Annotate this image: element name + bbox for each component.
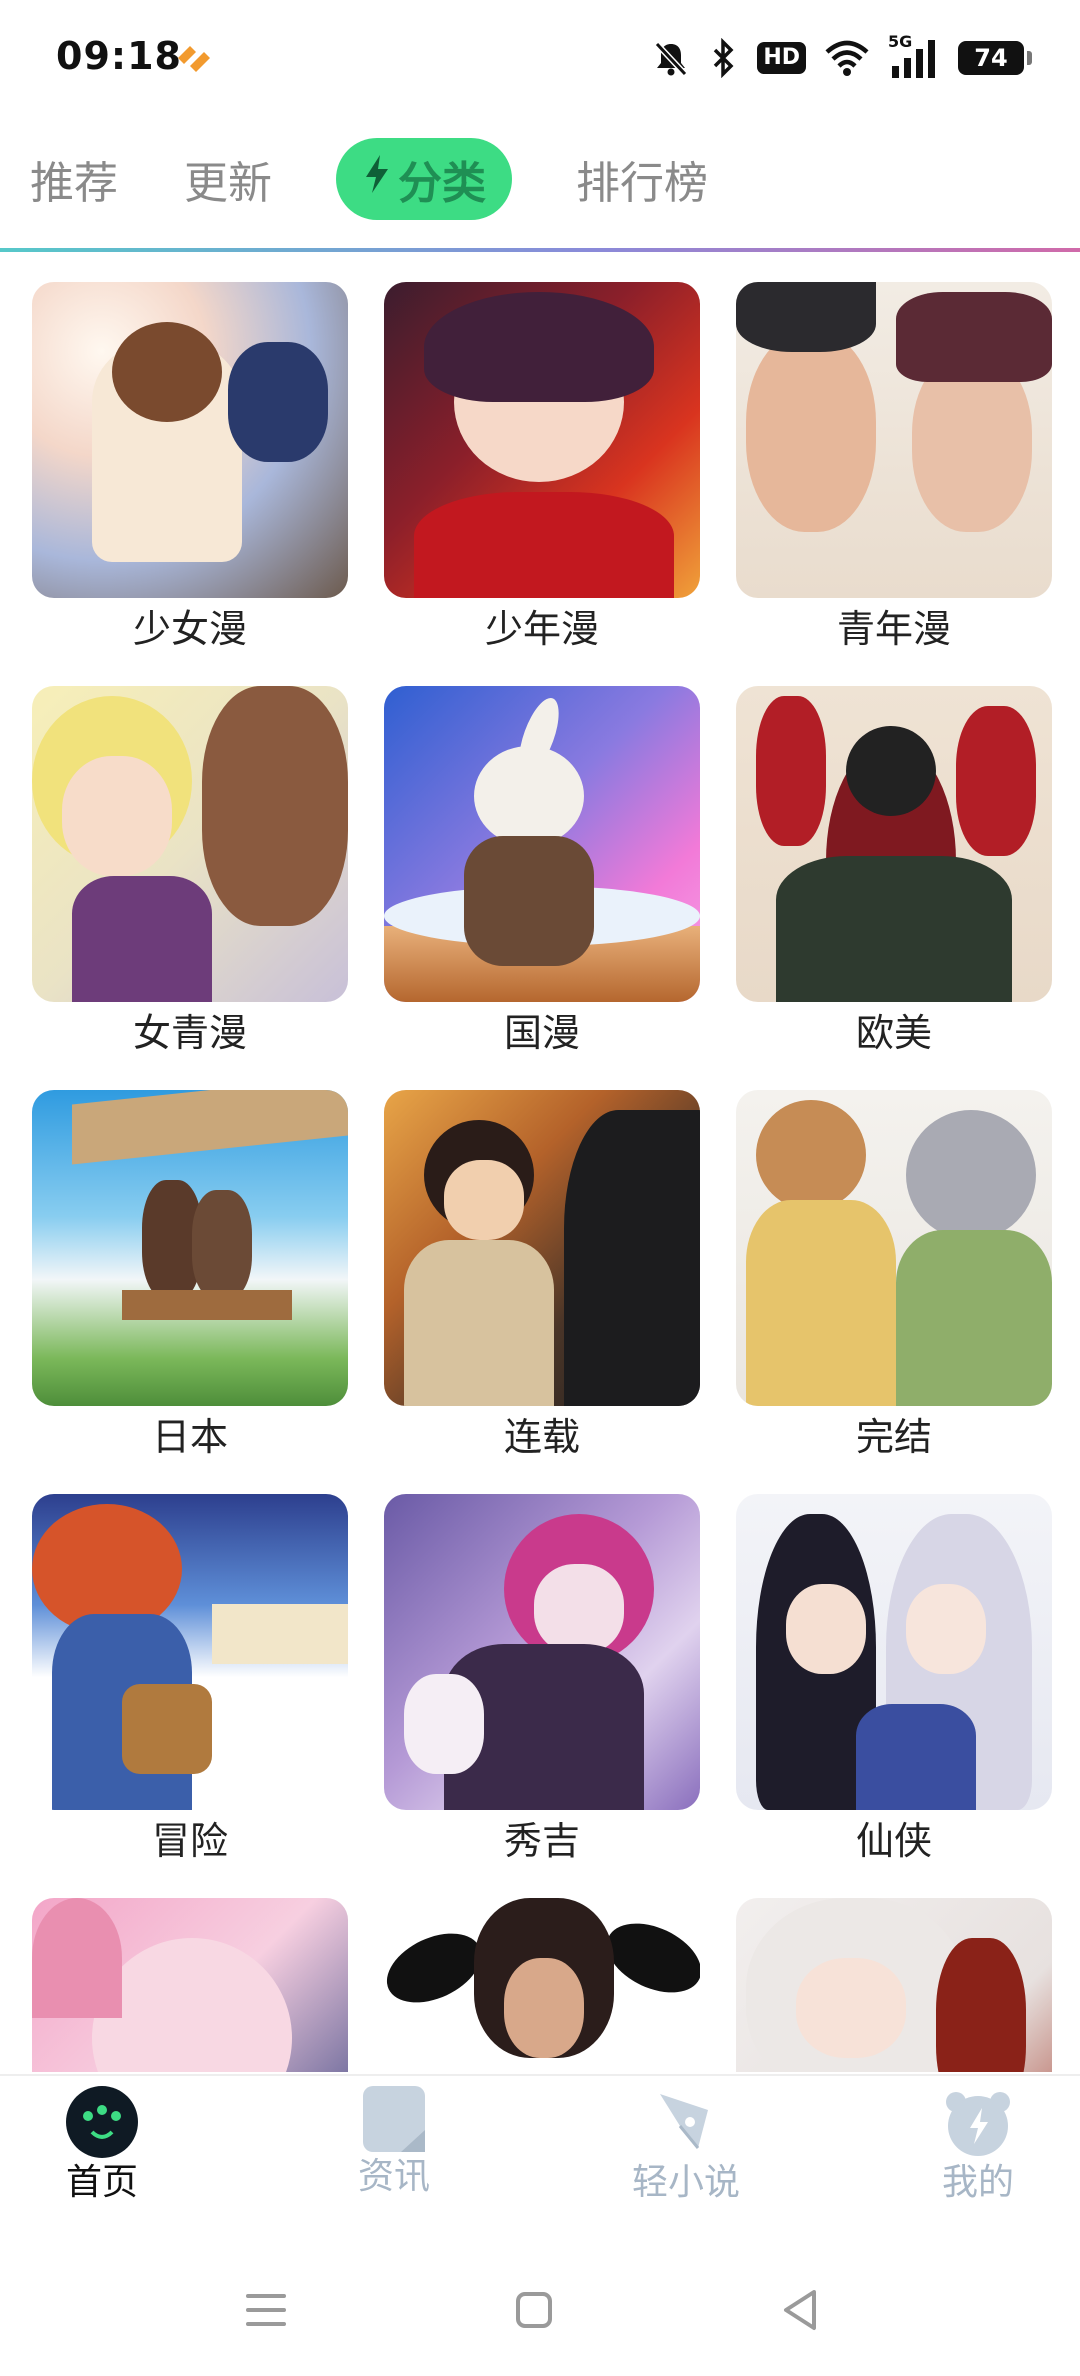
category-card-guoman[interactable]: 国漫 (384, 686, 700, 1058)
category-card-shounen[interactable]: 少年漫 (384, 282, 700, 654)
app-notification-icon (174, 40, 214, 74)
category-thumbnail (32, 1090, 348, 1406)
tab-recommend[interactable]: 推荐 (30, 154, 118, 214)
pen-nib-icon (650, 2086, 722, 2158)
category-label: 欧美 (855, 1011, 932, 1055)
status-icons: HD 5G 74 (651, 32, 1032, 82)
nav-novel[interactable]: 轻小说 (586, 2086, 786, 2206)
mute-bell-icon (651, 38, 691, 78)
battery-icon: 74 (958, 41, 1032, 75)
category-thumbnail (384, 686, 700, 1002)
category-thumbnail (384, 282, 700, 598)
category-label: 女青漫 (132, 1011, 247, 1055)
signal-5g-icon: 5G (888, 32, 940, 80)
nav-mine[interactable]: 我的 (878, 2086, 1078, 2206)
back-triangle-icon[interactable] (770, 2280, 830, 2340)
nav-mine-label: 我的 (941, 2162, 1014, 2203)
category-thumbnail (32, 1898, 348, 2072)
tabs-underline (0, 248, 1080, 252)
hd-icon: HD (757, 42, 806, 74)
category-label: 少年漫 (484, 607, 599, 651)
category-card-western[interactable]: 欧美 (736, 686, 1052, 1058)
system-nav-bar (0, 2236, 1080, 2376)
category-label: 连载 (503, 1415, 580, 1459)
nav-news-label: 资讯 (357, 2156, 430, 2197)
tab-category-label: 分类 (398, 158, 486, 209)
category-card-xianxia[interactable]: 仙侠 (736, 1494, 1052, 1866)
category-card-adventure[interactable]: 冒险 (32, 1494, 348, 1866)
nav-novel-label: 轻小说 (631, 2162, 740, 2203)
lightning-icon (362, 153, 392, 206)
category-label: 少女漫 (132, 607, 247, 651)
category-thumbnail (736, 1494, 1052, 1810)
category-card-shoujo[interactable]: 少女漫 (32, 282, 348, 654)
tab-ranking[interactable]: 排行榜 (576, 154, 708, 214)
category-thumbnail (384, 1898, 700, 2072)
category-thumbnail (736, 686, 1052, 1002)
tab-update[interactable]: 更新 (184, 154, 272, 214)
status-time: 09:18 (56, 34, 182, 78)
status-bar: 09:18 HD 5G 74 (0, 0, 1080, 118)
category-label: 冒险 (151, 1819, 228, 1863)
bluetooth-icon (709, 38, 739, 78)
category-thumbnail (32, 686, 348, 1002)
home-square-icon[interactable] (504, 2280, 564, 2340)
category-label: 秀吉 (503, 1819, 580, 1863)
nav-news[interactable]: 资讯 (294, 2086, 494, 2200)
nav-home-label: 首页 (65, 2162, 138, 2203)
category-card-partial[interactable] (384, 1898, 700, 2072)
category-card-seinen[interactable]: 青年漫 (736, 282, 1052, 654)
news-icon (363, 2086, 425, 2152)
category-card-partial[interactable] (32, 1898, 348, 2072)
category-card-hideyoshi[interactable]: 秀吉 (384, 1494, 700, 1866)
nav-home[interactable]: 首页 (2, 2086, 202, 2206)
bottom-nav: 首页 资讯 轻小说 我的 (0, 2074, 1080, 2236)
category-card-completed[interactable]: 完结 (736, 1090, 1052, 1462)
home-icon (66, 2086, 138, 2158)
category-card-partial[interactable] (736, 1898, 1052, 2072)
category-thumbnail (384, 1090, 700, 1406)
tab-category[interactable]: 分类 (336, 138, 512, 220)
category-label: 青年漫 (836, 607, 951, 651)
bear-profile-icon (942, 2086, 1014, 2158)
category-label: 日本 (151, 1415, 228, 1459)
wifi-icon (824, 38, 870, 78)
category-thumbnail (32, 1494, 348, 1810)
category-grid: 少女漫 少年漫 青年漫 女青漫 国漫 欧美 日本 连载 完结 冒险 秀吉 仙侠 (32, 282, 1052, 2072)
category-label: 完结 (855, 1415, 932, 1459)
category-thumbnail (384, 1494, 700, 1810)
category-thumbnail (736, 282, 1052, 598)
category-card-josei[interactable]: 女青漫 (32, 686, 348, 1058)
category-thumbnail (32, 282, 348, 598)
top-tabs: 推荐 更新 分类 排行榜 (0, 130, 1080, 250)
category-card-ongoing[interactable]: 连载 (384, 1090, 700, 1462)
category-card-japan[interactable]: 日本 (32, 1090, 348, 1462)
category-label: 国漫 (503, 1011, 580, 1055)
menu-icon[interactable] (236, 2280, 296, 2340)
category-thumbnail (736, 1898, 1052, 2072)
category-label: 仙侠 (855, 1819, 932, 1863)
category-thumbnail (736, 1090, 1052, 1406)
